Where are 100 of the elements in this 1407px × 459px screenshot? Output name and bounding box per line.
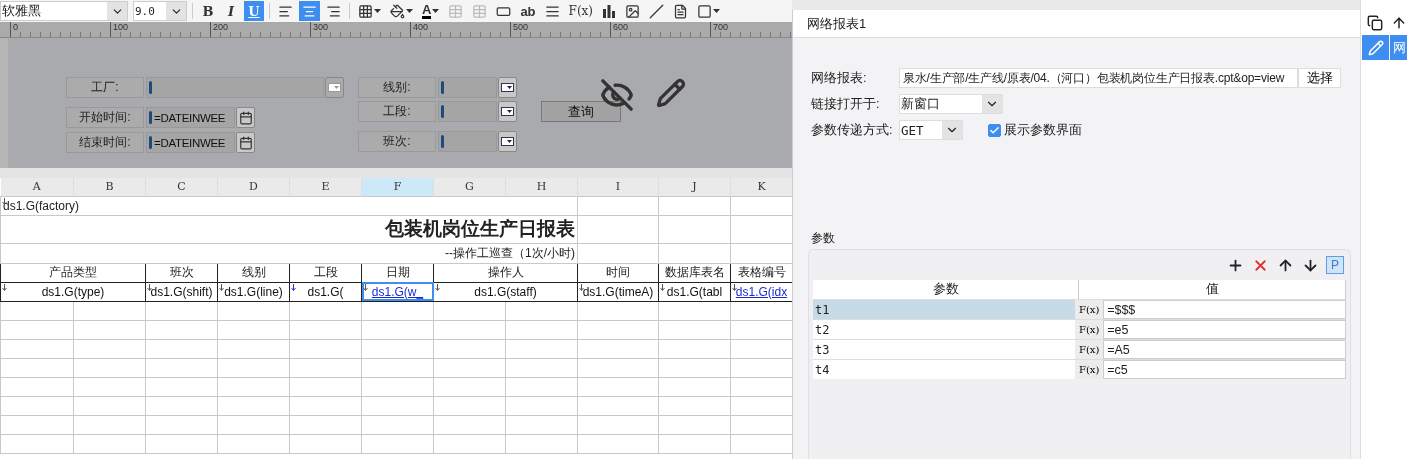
panel-tab[interactable]: 网络报表1 bbox=[793, 14, 867, 33]
column-header[interactable]: H bbox=[505, 178, 578, 196]
parameter-label: 结束时间: bbox=[66, 132, 144, 153]
caret-icon bbox=[374, 9, 381, 13]
paragraph-icon bbox=[544, 3, 560, 19]
column-header[interactable]: G bbox=[433, 178, 506, 196]
field-label: 链接打开于: bbox=[811, 95, 881, 113]
calendar-icon bbox=[238, 135, 253, 150]
data-cell[interactable]: ds1.G(tabl bbox=[658, 282, 731, 301]
check-icon bbox=[989, 124, 1000, 136]
query-button[interactable]: 查询 bbox=[541, 101, 621, 122]
dropdown-button[interactable] bbox=[498, 101, 517, 122]
parameter-value[interactable]: =$$$ bbox=[1103, 300, 1346, 319]
dropdown-button[interactable] bbox=[498, 77, 517, 98]
align-left-icon bbox=[278, 3, 293, 19]
parameter-name[interactable]: t4 bbox=[813, 360, 1076, 379]
subreport-icon bbox=[673, 3, 689, 19]
parameter-value[interactable]: =e5 bbox=[1103, 320, 1346, 339]
expand-marker-icon bbox=[291, 283, 296, 291]
parameter-name[interactable]: t1 bbox=[813, 300, 1076, 319]
bold-button[interactable]: B bbox=[198, 1, 218, 21]
cell-formula: ds1.G(type) bbox=[41, 284, 105, 299]
dropdown-icon bbox=[501, 137, 514, 146]
parameter-label: 工厂: bbox=[66, 77, 144, 98]
date-field[interactable]: =DATEINWEE bbox=[146, 107, 235, 128]
frame-icon bbox=[697, 3, 713, 19]
column-header[interactable]: D bbox=[217, 178, 290, 196]
column-header: 参数 bbox=[813, 280, 1079, 299]
date-field[interactable]: =DATEINWEE bbox=[146, 132, 235, 153]
column-header[interactable]: F bbox=[361, 178, 434, 196]
cell-formula: ds1.G(line) bbox=[224, 284, 283, 299]
slash-icon bbox=[649, 3, 665, 19]
header-cell: 时间 bbox=[577, 263, 659, 282]
pencil-icon[interactable] bbox=[656, 78, 686, 108]
calendar-button[interactable] bbox=[236, 107, 255, 128]
align-center-button[interactable] bbox=[299, 1, 320, 21]
caret-icon bbox=[406, 9, 413, 13]
formula-button[interactable]: F(x) bbox=[1075, 320, 1104, 339]
expand-marker-icon bbox=[579, 283, 584, 291]
border-icon bbox=[358, 3, 373, 19]
pencil-icon bbox=[1367, 39, 1384, 56]
checkbox[interactable] bbox=[988, 123, 1001, 137]
italic-button[interactable]: I bbox=[221, 1, 241, 21]
combo-field[interactable] bbox=[438, 101, 497, 122]
ruler-label: 600 bbox=[610, 22, 710, 37]
dropdown-icon bbox=[501, 83, 514, 92]
calendar-icon bbox=[238, 110, 253, 125]
formula-button[interactable]: F(x) bbox=[565, 1, 597, 21]
parameter-name[interactable]: t3 bbox=[813, 340, 1076, 359]
expand-marker-icon bbox=[147, 283, 152, 291]
open-in-select[interactable]: 新窗口 bbox=[899, 94, 1003, 114]
column-header[interactable]: E bbox=[289, 178, 362, 196]
column-header[interactable]: J bbox=[658, 178, 731, 196]
data-cell[interactable]: ds1.G(timeA) bbox=[577, 282, 659, 301]
parameter-value[interactable]: =A5 bbox=[1103, 340, 1346, 359]
column-header[interactable]: K bbox=[730, 178, 792, 196]
combo-field[interactable] bbox=[438, 131, 497, 152]
formula-button[interactable]: F(x) bbox=[1075, 340, 1104, 359]
data-cell[interactable]: ds1.G( bbox=[289, 282, 362, 301]
ruler-label: 300 bbox=[310, 22, 410, 37]
expand-marker-icon bbox=[363, 283, 368, 291]
bar-chart-icon bbox=[602, 4, 617, 18]
parameter-label: 开始时间: bbox=[66, 107, 144, 128]
caret-icon bbox=[432, 9, 440, 13]
formula-button[interactable]: F(x) bbox=[1075, 360, 1104, 379]
data-cell[interactable]: ds1.G(w_ bbox=[361, 282, 434, 301]
report-path-field[interactable]: 泉水/生产部/生产线/原表/04.（河口）包装机岗位生产日报表.cpt&op=view bbox=[899, 68, 1298, 88]
parameter-value[interactable]: =c5 bbox=[1103, 360, 1346, 379]
text-tool-button[interactable]: ab bbox=[517, 1, 539, 21]
font-size-select[interactable]: 9.0 bbox=[133, 1, 187, 21]
combo-field[interactable] bbox=[438, 77, 497, 98]
calendar-button[interactable] bbox=[236, 132, 255, 153]
expand-marker-icon bbox=[435, 283, 440, 291]
group-title: 参数 bbox=[811, 230, 836, 247]
data-cell[interactable]: ds1.G(staff) bbox=[433, 282, 578, 301]
column-header[interactable]: I bbox=[577, 178, 659, 196]
parameter-name[interactable]: t2 bbox=[813, 320, 1076, 339]
dropdown-icon bbox=[501, 107, 514, 116]
dropdown-button[interactable] bbox=[498, 131, 517, 152]
cell-formula: ds1.G(tabl bbox=[666, 284, 723, 299]
cell-formula: ds1.G( bbox=[307, 284, 344, 299]
data-cell[interactable]: ds1.G(type) bbox=[0, 282, 146, 301]
align-center-icon bbox=[302, 3, 317, 19]
cell-formula: ds1.G(staff) bbox=[474, 284, 537, 299]
hidden-eye-icon[interactable] bbox=[600, 78, 634, 112]
formula-button[interactable]: F(x) bbox=[1075, 300, 1104, 319]
dropdown-icon bbox=[328, 83, 341, 92]
link-formula: ds1.G(w_ bbox=[371, 284, 424, 299]
combo-field[interactable] bbox=[146, 77, 324, 98]
column-header[interactable]: C bbox=[145, 178, 218, 196]
column-header[interactable]: B bbox=[73, 178, 146, 196]
expand-marker-icon bbox=[2, 283, 7, 291]
data-cell[interactable]: ds1.G(line) bbox=[217, 282, 290, 301]
data-cell[interactable]: ds1.G(shift) bbox=[145, 282, 218, 301]
choose-button[interactable]: 选择 bbox=[1298, 68, 1341, 88]
image-icon bbox=[625, 3, 641, 19]
method-select[interactable]: GET bbox=[899, 120, 963, 140]
font-color-button[interactable]: A bbox=[419, 1, 443, 21]
column-header[interactable]: A bbox=[0, 178, 74, 196]
font-select[interactable]: 软雅黑 bbox=[0, 1, 128, 21]
